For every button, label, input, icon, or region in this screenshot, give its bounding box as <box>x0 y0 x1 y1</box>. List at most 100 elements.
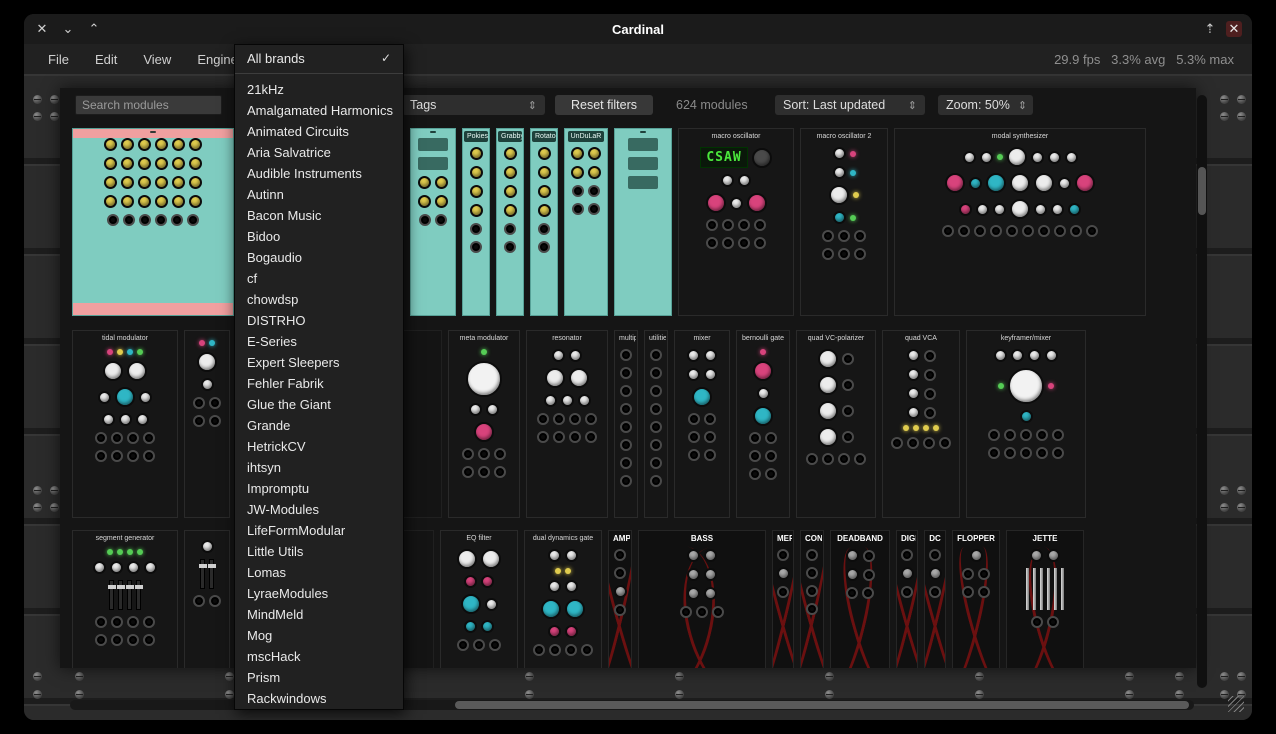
module-meta-modulator[interactable]: meta modulator <box>448 330 520 518</box>
brand-menu-item-chowdsp[interactable]: chowdsp <box>235 289 403 310</box>
module-digi[interactable]: DIGI <box>896 530 918 668</box>
double-chevron-up-icon[interactable]: ⇡ <box>1202 21 1218 37</box>
module-pokies[interactable]: Pokies <box>462 128 490 316</box>
module-card[interactable] <box>410 128 456 316</box>
module-modal-synthesizer[interactable]: modal synthesizer <box>894 128 1146 316</box>
zoom-dropdown[interactable]: Zoom: 50% ⇕ <box>938 95 1033 115</box>
module-multiples[interactable]: multiples <box>614 330 638 518</box>
module-dual-dynamics-gate[interactable]: dual dynamics gate <box>524 530 602 668</box>
brand-menu-item-amalgamated-harmonics[interactable]: Amalgamated Harmonics <box>235 100 403 121</box>
brand-menu-item-lifeformmodular[interactable]: LifeFormModular <box>235 520 403 541</box>
module-utilities[interactable]: utilities <box>644 330 668 518</box>
module-amp[interactable]: AMP <box>608 530 632 668</box>
module-deco-row <box>650 421 662 433</box>
module-keyframer-mixer[interactable]: keyframer/mixer <box>966 330 1086 518</box>
brand-menu-item-rackwindows[interactable]: Rackwindows <box>235 688 403 709</box>
module-deco-row <box>457 639 501 651</box>
brand-menu-item-bacon-music[interactable]: Bacon Music <box>235 205 403 226</box>
module-dc[interactable]: DC <box>924 530 946 668</box>
menu-file[interactable]: File <box>38 48 79 71</box>
module-quad-vc-polarizer[interactable]: quad VC-polarizer <box>796 330 876 518</box>
module-segment-generator[interactable]: segment generator <box>72 530 178 668</box>
screw-icon <box>50 486 59 495</box>
brand-menu-item-expert-sleepers[interactable]: Expert Sleepers <box>235 352 403 373</box>
module-card[interactable] <box>184 330 230 518</box>
module-mera[interactable]: MERA <box>772 530 794 668</box>
tags-dropdown[interactable]: Tags ⇕ <box>402 95 545 115</box>
brand-menu-item-lomas[interactable]: Lomas <box>235 562 403 583</box>
brand-menu-item-ihtsyn[interactable]: ihtsyn <box>235 457 403 478</box>
screw-icon <box>33 486 42 495</box>
module-grabby[interactable]: Grabby <box>496 128 524 316</box>
knob-icon <box>1010 199 1030 219</box>
module-jette[interactable]: JETTE <box>1006 530 1084 668</box>
brand-menu-item-little-utils[interactable]: Little Utils <box>235 541 403 562</box>
jack-port-icon <box>722 237 734 249</box>
jack-port-icon <box>863 550 875 562</box>
module-title: UnDuLaR <box>568 131 605 142</box>
module-deadband[interactable]: DEADBAND <box>830 530 890 668</box>
module-card[interactable] <box>72 128 234 316</box>
sort-dropdown[interactable]: Sort: Last updated ⇕ <box>775 95 925 115</box>
brand-menu-item-animated-circuits[interactable]: Animated Circuits <box>235 121 403 142</box>
brand-menu-item-cf[interactable]: cf <box>235 268 403 289</box>
led-icon <box>760 349 766 355</box>
vertical-scrollbar-thumb[interactable] <box>1198 167 1206 215</box>
brand-menu-item-audible-instruments[interactable]: Audible Instruments <box>235 163 403 184</box>
led-icon <box>127 549 133 555</box>
brand-menu-item-lyraemodules[interactable]: LyraeModules <box>235 583 403 604</box>
jack-port-icon <box>1070 225 1082 237</box>
brand-menu-item-glue-the-giant[interactable]: Glue the Giant <box>235 394 403 415</box>
chevron-up-icon[interactable]: ⌃ <box>86 21 102 37</box>
close-icon[interactable]: ✕ <box>34 21 50 37</box>
module-mixer[interactable]: mixer <box>674 330 730 518</box>
module-conv[interactable]: CONV <box>800 530 824 668</box>
brand-menu-item-e-series[interactable]: E-Series <box>235 331 403 352</box>
module-bass[interactable]: BASS <box>638 530 766 668</box>
reset-filters-button[interactable]: Reset filters <box>555 95 653 115</box>
jack-port-icon <box>143 634 155 646</box>
brand-menu-item-distrho[interactable]: DISTRHO <box>235 310 403 331</box>
resize-grip[interactable] <box>1228 696 1244 712</box>
module-macro-oscillator-2[interactable]: macro oscillator 2 <box>800 128 888 316</box>
module-flopper[interactable]: FLOPPER <box>952 530 1000 668</box>
menu-edit[interactable]: Edit <box>85 48 127 71</box>
brand-menu-item-mindmeld[interactable]: MindMeld <box>235 604 403 625</box>
brand-menu-item-grande[interactable]: Grande <box>235 415 403 436</box>
module-tidal-modulator[interactable]: tidal modulator <box>72 330 178 518</box>
brand-menu-item-bogaudio[interactable]: Bogaudio <box>235 247 403 268</box>
module-macro-oscillator[interactable]: macro oscillatorCSAW <box>678 128 794 316</box>
brand-menu-item-mog[interactable]: Mog <box>235 625 403 646</box>
chevron-down-icon[interactable]: ⌄ <box>60 21 76 37</box>
led-icon <box>209 340 215 346</box>
brand-menu-item-bidoo[interactable]: Bidoo <box>235 226 403 247</box>
search-input[interactable] <box>75 95 222 115</box>
module-resonator[interactable]: resonator <box>526 330 608 518</box>
module-deco-row <box>107 349 143 355</box>
jack-port-icon <box>533 644 545 656</box>
horizontal-scrollbar-thumb[interactable] <box>455 701 1189 709</box>
brand-menu-item-all-brands[interactable]: All brands ✓ <box>235 47 403 69</box>
module-undular[interactable]: UnDuLaR <box>564 128 608 316</box>
module-rotatoes[interactable]: Rotatoes <box>530 128 558 316</box>
brand-menu-item-mschack[interactable]: mscHack <box>235 646 403 667</box>
brand-menu-item-21khz[interactable]: 21kHz <box>235 78 403 100</box>
brand-menu-item-autinn[interactable]: Autinn <box>235 184 403 205</box>
module-eq-filter[interactable]: EQ filter <box>440 530 518 668</box>
jack-port-icon <box>209 397 221 409</box>
module-bernoulli-gate[interactable]: bernoulli gate <box>736 330 790 518</box>
brand-menu-item-jw-modules[interactable]: JW-Modules <box>235 499 403 520</box>
screw-icon <box>975 672 984 681</box>
vertical-scrollbar[interactable] <box>1197 95 1207 688</box>
module-card[interactable] <box>184 530 230 668</box>
menu-view[interactable]: View <box>133 48 181 71</box>
brand-menu-item-aria-salvatrice[interactable]: Aria Salvatrice <box>235 142 403 163</box>
close-box-icon[interactable]: ✕ <box>1226 21 1242 37</box>
brand-menu-item-fehler-fabrik[interactable]: Fehler Fabrik <box>235 373 403 394</box>
knob-icon <box>470 147 483 160</box>
module-quad-vca[interactable]: quad VCA <box>882 330 960 518</box>
brand-menu-item-impromptu[interactable]: Impromptu <box>235 478 403 499</box>
brand-menu-item-prism[interactable]: Prism <box>235 667 403 688</box>
brand-menu-item-hetrickcv[interactable]: HetrickCV <box>235 436 403 457</box>
module-card[interactable] <box>614 128 672 316</box>
